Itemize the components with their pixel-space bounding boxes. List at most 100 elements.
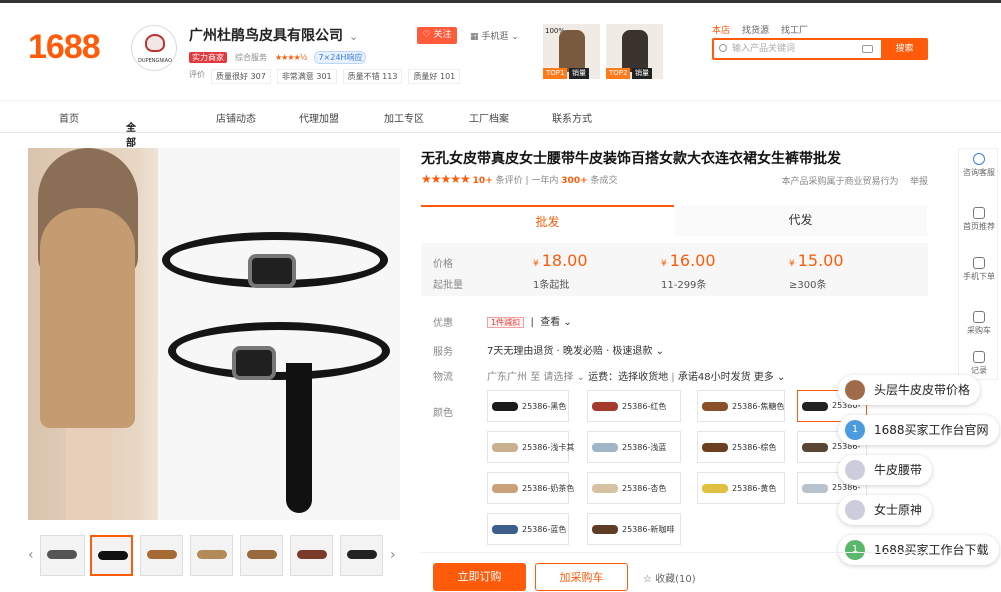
sku-swatch bbox=[802, 443, 828, 452]
thumbnail[interactable] bbox=[190, 535, 233, 576]
sku-swatch bbox=[702, 443, 728, 452]
thumbnail[interactable] bbox=[240, 535, 283, 576]
sku-option[interactable]: 25386-奶茶色 bbox=[487, 472, 574, 504]
sku-option[interactable]: 25386-新咖啡 bbox=[587, 513, 681, 545]
sku-option[interactable]: 25386-黄色 bbox=[697, 472, 785, 504]
chat-icon bbox=[973, 153, 985, 165]
color-label: 颜色 bbox=[433, 408, 453, 419]
related-search-chip[interactable]: 女士原神 bbox=[838, 495, 933, 525]
sales-tag: 销量 bbox=[569, 68, 589, 79]
nav-shop-news[interactable]: 店铺动态 bbox=[216, 110, 256, 125]
tab-wholesale[interactable]: 批发 bbox=[421, 205, 674, 236]
sku-swatch bbox=[702, 484, 728, 493]
sku-option[interactable]: 25386-浅卡其 bbox=[487, 431, 574, 463]
thumbnail-belt bbox=[247, 550, 277, 559]
sku-swatch bbox=[492, 525, 518, 534]
camera-icon[interactable] bbox=[862, 45, 873, 53]
nav-processing[interactable]: 加工专区 bbox=[384, 110, 424, 125]
product-stats: ★★★★★ 10+ 条评价 | 一年内 300+ 条成交 本产品采购属于商业贸易… bbox=[421, 172, 928, 187]
sidebar-mobile-order[interactable]: 手机下单 bbox=[959, 257, 999, 282]
promo-view-link[interactable]: 查看 ⌄ bbox=[540, 317, 572, 328]
sku-option[interactable]: 25386-黑色 bbox=[487, 390, 569, 422]
price-tier-2: ¥16.00 bbox=[661, 251, 716, 270]
thumbnail-video[interactable] bbox=[40, 535, 85, 576]
main-product-image[interactable] bbox=[28, 148, 400, 520]
add-to-cart-button[interactable]: 加采购车 bbox=[535, 563, 628, 591]
thumbnail-selected[interactable] bbox=[90, 535, 133, 576]
mobile-browse-button[interactable]: ▦ 手机逛 ⌄ bbox=[470, 29, 519, 42]
currency-symbol: ¥ bbox=[789, 259, 795, 269]
site-logo[interactable]: 1688 bbox=[28, 28, 101, 67]
sidebar-mobile-label: 手机下单 bbox=[963, 272, 995, 281]
price-label: 价格 bbox=[433, 259, 453, 270]
rating-tag[interactable]: 质量很好 307 bbox=[211, 69, 271, 84]
search-tab-factory[interactable]: 找工厂 bbox=[781, 23, 808, 36]
sku-option[interactable]: 25386-红色 bbox=[587, 390, 681, 422]
related-search-chip[interactable]: 1 1688买家工作台官网 bbox=[838, 415, 999, 445]
buy-now-button[interactable]: 立即订购 bbox=[433, 563, 526, 591]
search-input[interactable]: 输入产品关键词 bbox=[712, 38, 883, 60]
favorite-button[interactable]: ☆ 收藏(10) bbox=[643, 570, 696, 585]
rating-tag[interactable]: 质量好 101 bbox=[408, 69, 461, 84]
search-button[interactable]: 搜索 bbox=[881, 38, 928, 60]
sidebar-service[interactable]: 咨询客服 bbox=[959, 153, 999, 178]
rating-tag[interactable]: 非常满意 301 bbox=[276, 69, 337, 84]
qrcode-icon bbox=[973, 257, 985, 269]
shop-avatar[interactable]: DUPENGNIAO bbox=[131, 25, 177, 71]
sku-option[interactable]: 25386-棕色 bbox=[697, 431, 785, 463]
ship-to-label: 至 bbox=[530, 372, 541, 383]
sku-swatch bbox=[592, 525, 618, 534]
sku-option[interactable]: 25386-焦糖色 bbox=[697, 390, 785, 422]
follow-button[interactable]: ♡ 关注 bbox=[417, 27, 457, 44]
rating-tag[interactable]: 质量不错 113 bbox=[342, 69, 403, 84]
review-count[interactable]: 10+ bbox=[473, 176, 493, 186]
qty-tier-2: 11-299条 bbox=[661, 280, 707, 291]
tab-dropship[interactable]: 代发 bbox=[674, 205, 927, 236]
sidebar-recommend-label: 首页推荐 bbox=[963, 222, 995, 231]
top-seller-2[interactable]: TOP2 销量 bbox=[606, 24, 663, 79]
related-search-chip[interactable]: 头层牛皮皮带价格 bbox=[838, 375, 981, 405]
sku-swatch bbox=[492, 443, 518, 452]
report-link[interactable]: 举报 bbox=[910, 177, 928, 187]
shop-nav: 首页 全部商品 ⌄ 店铺动态 代理加盟 加工专区 工厂档案 联系方式 bbox=[0, 101, 1001, 179]
chevron-left-icon[interactable]: ‹ bbox=[28, 547, 34, 563]
thumbnail[interactable] bbox=[290, 535, 333, 576]
thumbnail[interactable] bbox=[140, 535, 183, 576]
sku-option[interactable]: 25386-杏色 bbox=[587, 472, 681, 504]
nav-factory[interactable]: 工厂档案 bbox=[469, 110, 509, 125]
related-search-chip[interactable]: 牛皮腰带 bbox=[838, 455, 933, 485]
region-select[interactable]: 请选择 ⌄ bbox=[543, 372, 585, 383]
currency-symbol: ¥ bbox=[661, 259, 667, 269]
nav-home[interactable]: 首页 bbox=[59, 110, 79, 125]
promo-tag: 1件減扣 bbox=[487, 317, 525, 328]
sidebar-recommend[interactable]: 首页推荐 bbox=[959, 207, 999, 232]
top-seller-1[interactable]: 100% TOP1 销量 bbox=[543, 24, 600, 79]
search-tab-shop[interactable]: 本店 bbox=[712, 23, 730, 36]
shop-name[interactable]: 广州杜鹃鸟皮具有限公司 ⌄ bbox=[189, 25, 358, 45]
sidebar-history[interactable]: 记录 bbox=[959, 351, 999, 376]
gift-icon bbox=[973, 207, 985, 219]
chevron-down-icon[interactable]: ⌄ bbox=[349, 30, 358, 43]
search-tab-source[interactable]: 找货源 bbox=[742, 23, 769, 36]
follow-label: 关注 bbox=[433, 30, 452, 40]
sku-option[interactable]: 25386-蓝色 bbox=[487, 513, 569, 545]
sidebar-cart[interactable]: 采购车 bbox=[959, 311, 999, 336]
top2-tag: TOP2 bbox=[606, 68, 631, 79]
logistics-more[interactable]: 更多 ⌄ bbox=[754, 372, 786, 383]
service-row-value[interactable]: 7天无理由退货 · 晚发必赔 · 极速退款 ⌄ bbox=[487, 342, 664, 357]
nav-contact[interactable]: 联系方式 bbox=[552, 110, 592, 125]
sku-swatch bbox=[802, 484, 828, 493]
sku-label: 25386-棕色 bbox=[732, 443, 777, 452]
shipping-fee: 运费：选择收货地 bbox=[588, 372, 669, 383]
coat-image bbox=[622, 30, 648, 72]
chevron-right-icon[interactable]: › bbox=[390, 547, 396, 563]
region-select-label: 请选择 bbox=[543, 372, 574, 383]
sidebar-history-label: 记录 bbox=[971, 366, 987, 375]
sku-label: 25386-奶茶色 bbox=[522, 484, 575, 493]
top1-tag: TOP1 bbox=[543, 68, 568, 79]
nav-agency[interactable]: 代理加盟 bbox=[299, 110, 339, 125]
chip-label: 牛皮腰带 bbox=[874, 463, 923, 477]
price-value: 15.00 bbox=[797, 251, 844, 270]
sku-option[interactable]: 25386-浅蓝 bbox=[587, 431, 681, 463]
thumbnail[interactable] bbox=[340, 535, 383, 576]
